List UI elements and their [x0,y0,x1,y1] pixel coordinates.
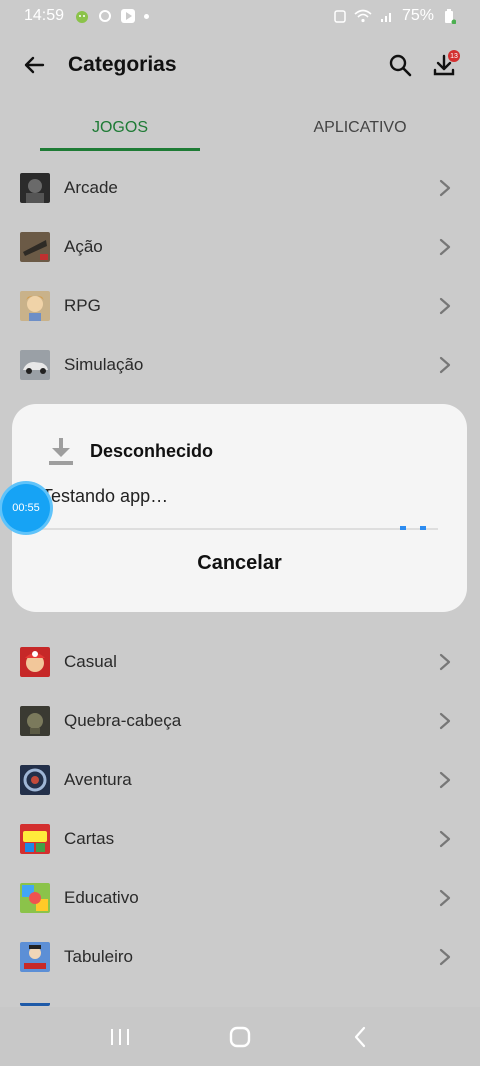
arrow-back-icon [24,56,45,74]
list-item-label: Tabuleiro [64,946,133,966]
list-item-quebra-cabeca[interactable]: Quebra-cabeça [0,691,480,750]
back-nav-button[interactable] [336,1013,384,1061]
tab-aplicativo[interactable]: APLICATIVO [240,104,480,152]
notification-gear-icon [99,10,112,22]
progress-indicator [420,526,426,530]
app-bar: Categorias 13 [0,32,480,98]
category-tabs: JOGOS APLICATIVO [0,104,480,152]
arcade-thumbnail [20,172,50,203]
download-icon [49,438,73,465]
recent-apps-icon [111,1028,129,1045]
back-button[interactable] [14,45,54,85]
signal-icon [380,13,391,22]
screen-recorder-timer[interactable]: 00:55 [2,484,50,532]
cancel-button[interactable]: Cancelar [12,540,467,586]
list-item-rpg[interactable]: RPG [0,276,480,335]
dialog-message: Testando app… [42,486,169,506]
list-item-simulacao[interactable]: Simulação [0,335,480,394]
search-icon [389,54,412,77]
list-item-label: RPG [64,295,101,315]
list-item-label: Educativo [64,887,139,907]
progress-bar [42,526,438,530]
chevron-right-icon [439,238,451,255]
notification-android-icon [76,11,89,23]
rpg-thumbnail [20,290,50,321]
list-item-label: Ação [64,236,103,256]
notification-play-icon [121,9,136,23]
chevron-right-icon [439,948,451,965]
progress-indicator [400,526,406,530]
battery-icon [445,9,456,24]
list-item-label: Cartas [64,828,115,848]
quebra-cabeca-thumbnail [20,705,50,736]
chevron-right-icon [439,653,451,670]
battery-percent: 75% [401,7,434,24]
chevron-right-icon [439,297,451,314]
download-dialog: Desconhecido Testando app… Cancelar [12,404,467,612]
cartas-thumbnail [20,823,50,854]
recent-apps-button[interactable] [96,1013,144,1061]
alarm-icon [334,10,346,23]
wifi-icon [354,9,372,23]
aventura-thumbnail [20,764,50,795]
casual-thumbnail [20,646,50,677]
list-item-label: Arcade [64,177,118,197]
chevron-right-icon [439,179,451,196]
list-item-cartas[interactable]: Cartas [0,809,480,868]
chevron-right-icon [439,771,451,788]
downloads-button[interactable]: 13 [426,47,462,83]
educativo-thumbnail [20,882,50,913]
list-item-aventura[interactable]: Aventura [0,750,480,809]
chevron-right-icon [439,889,451,906]
acao-thumbnail [20,231,50,262]
list-item-partial [0,998,480,1006]
home-button[interactable] [216,1013,264,1061]
list-item-casual[interactable]: Casual [0,632,480,691]
page-title: Categorias [68,53,177,76]
home-icon [229,1026,251,1047]
list-item-tabuleiro[interactable]: Tabuleiro [0,927,480,986]
chevron-right-icon [439,830,451,847]
list-item-acao[interactable]: Ação [0,217,480,276]
tabuleiro-thumbnail [20,941,50,972]
chevron-right-icon [439,356,451,373]
list-item-arcade[interactable]: Arcade [0,158,480,217]
simulacao-thumbnail [20,349,50,380]
search-button[interactable] [382,47,418,83]
list-item-educativo[interactable]: Educativo [0,868,480,927]
list-item-label: Aventura [64,769,132,789]
tab-jogos[interactable]: JOGOS [0,104,240,152]
system-nav-bar [0,1007,480,1066]
list-item-label: Simulação [64,354,144,374]
chevron-right-icon [439,712,451,729]
status-bar: 14:59 75% [0,0,480,32]
partial-thumbnail [20,998,50,1006]
dialog-title: Desconhecido [90,440,214,461]
chevron-left-icon [354,1026,366,1047]
list-item-label: Quebra-cabeça [64,710,182,730]
list-item-label: Casual [64,651,117,671]
downloads-badge: 13 [448,50,460,62]
notification-dot-icon [144,13,150,19]
status-time: 14:59 [24,7,65,24]
